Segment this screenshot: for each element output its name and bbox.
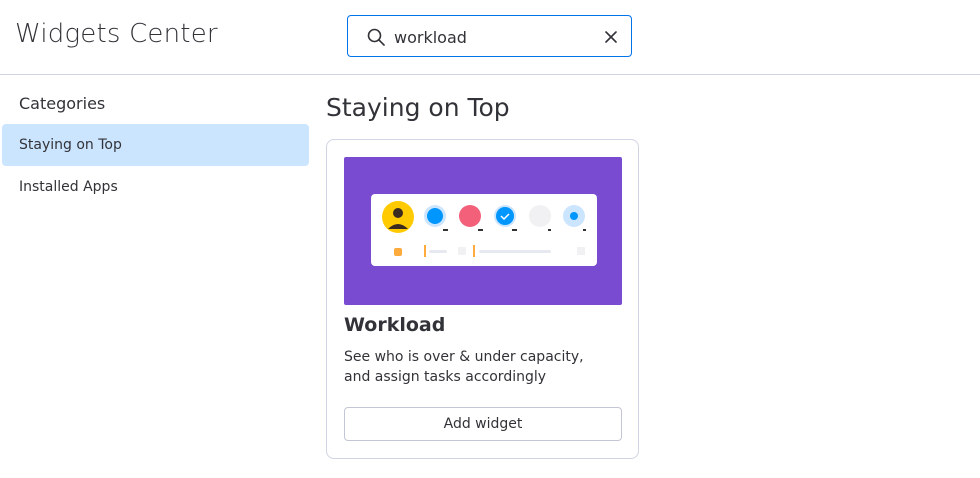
search-box[interactable]	[347, 15, 632, 57]
search-icon	[367, 28, 385, 46]
sidebar-item-staying-on-top[interactable]: Staying on Top	[2, 124, 309, 166]
page-title: Widgets Center	[15, 19, 218, 49]
workload-preview-illustration	[371, 194, 597, 266]
header-bar: Widgets Center	[0, 0, 980, 75]
widget-card[interactable]: Workload See who is over & under capacit…	[326, 139, 639, 459]
section-title: Staying on Top	[326, 93, 510, 122]
widget-description: See who is over & under capacity, and as…	[344, 349, 584, 385]
categories-sidebar: Categories Staying on Top Installed Apps	[0, 76, 312, 478]
close-icon[interactable]	[602, 28, 620, 46]
categories-heading: Categories	[19, 94, 106, 113]
widget-thumbnail	[344, 157, 622, 305]
sidebar-item-label: Installed Apps	[19, 179, 118, 195]
add-widget-button[interactable]: Add widget	[344, 407, 622, 441]
sidebar-item-installed-apps[interactable]: Installed Apps	[2, 166, 309, 208]
search-input[interactable]	[394, 25, 594, 49]
sidebar-item-label: Staying on Top	[19, 137, 122, 153]
widget-title: Workload	[344, 314, 446, 336]
